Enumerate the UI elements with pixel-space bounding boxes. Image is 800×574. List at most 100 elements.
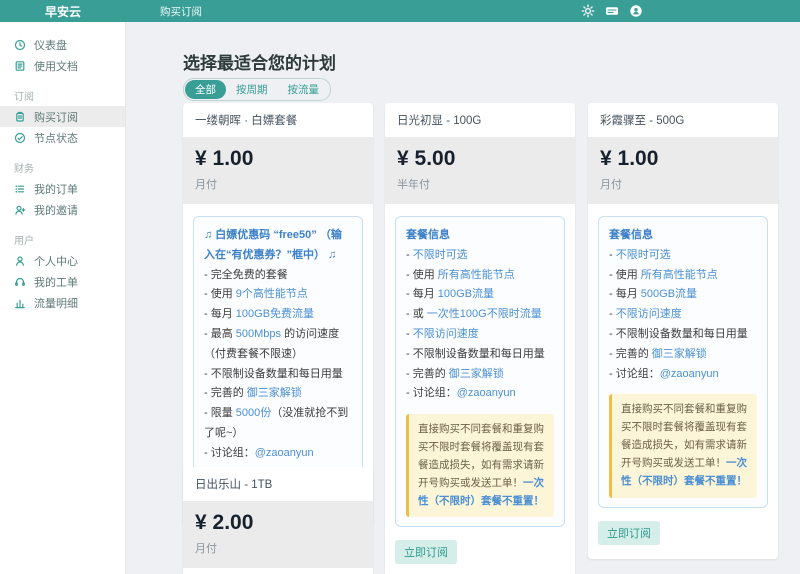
feature-line: - 每月 500GB流量: [609, 288, 698, 301]
feature-line: - 完善的 御三家解锁: [406, 367, 504, 380]
subscription-icon: [16, 111, 24, 122]
plan-card: 彩霞骤至 - 500G ¥ 1.00 月付 套餐信息 - 不限时可选 - 使用 …: [588, 103, 778, 559]
feature-line: - 每月 100GB免费流量: [204, 308, 315, 321]
plan-card: 日光初显 - 100G ¥ 5.00 半年付 套餐信息 - 不限时可选 - 使用…: [385, 103, 575, 574]
plan-period: 月付: [195, 543, 217, 555]
filter-all[interactable]: 全部: [185, 80, 226, 99]
sidebar-item-traffic-details[interactable]: 流量明细: [0, 292, 125, 313]
plan-price: ¥ 5.00: [397, 147, 456, 170]
plan-price: ¥ 1.00: [195, 147, 254, 170]
sidebar-item-label: 我的工单: [34, 276, 78, 289]
plan-info-heading: 套餐信息: [406, 229, 450, 241]
plan-title: 一缕朝晖 · 白嫖套餐: [195, 115, 298, 127]
feature-line: - 讨论组：@zaoanyun: [204, 446, 314, 459]
account-user-icon[interactable]: [629, 4, 643, 18]
sidebar-item-label: 我的订单: [34, 183, 78, 196]
invites-icon: [15, 205, 26, 215]
sidebar: 仪表盘 使用文档 订阅 购买订阅 节点状态 财务 我的订单 我的邀请 用户 个人…: [0, 22, 126, 574]
feature-line: - 限量 5000份（没准就抢不到了呢~）: [204, 407, 349, 439]
feature-line: - 完全免费的套餐: [204, 268, 288, 281]
sidebar-item-label: 我的邀请: [34, 204, 78, 217]
sidebar-item-buy-subscription[interactable]: 购买订阅: [0, 106, 125, 127]
feature-line: - 不限时可选: [609, 248, 671, 261]
feature-line: - 完善的 御三家解锁: [204, 387, 302, 400]
sidebar-item-node-status[interactable]: 节点状态: [0, 127, 125, 148]
plan-period: 月付: [600, 179, 622, 191]
feature-line: - 不限制设备数量和每日用量: [406, 347, 545, 360]
plan-period: 半年付: [397, 179, 430, 191]
feature-line: - 讨论组：@zaoanyun: [609, 367, 719, 380]
plan-info-box: ♫ 白嫖优惠码 “free50” （输入在“有优惠券？”框中） ♫ - 完全免费…: [193, 216, 363, 474]
sidebar-item-label: 个人中心: [34, 255, 78, 268]
feature-line: - 不限时可选: [406, 248, 468, 261]
sidebar-item-docs[interactable]: 使用文档: [0, 55, 125, 76]
plan-warning: 直接购买不同套餐和重复购买不限时套餐将覆盖现有套餐造成损失，如有需求请新开号购买…: [609, 394, 757, 498]
feature-line: - 不限访问速度: [609, 308, 682, 321]
sidebar-item-label: 节点状态: [34, 132, 78, 145]
plan-title: 日出乐山 - 1TB: [195, 479, 273, 491]
subscribe-button[interactable]: 立即订阅: [395, 540, 457, 565]
plan-price: ¥ 2.00: [195, 511, 254, 534]
plan-info-heading: 套餐信息: [609, 229, 653, 241]
sidebar-item-label: 购买订阅: [34, 111, 78, 124]
feature-line: - 讨论组：@zaoanyun: [406, 387, 516, 400]
feature-line: - 使用 所有高性能节点: [406, 268, 515, 281]
node-status-icon: [14, 132, 26, 143]
plan-info-box: 套餐信息 - 不限时可选 - 使用 所有高性能节点 - 每月 500GB流量 -…: [598, 216, 768, 508]
feature-line: - 使用 9个高性能节点: [204, 288, 308, 301]
profile-icon: [16, 255, 24, 266]
plan-title: 彩霞骤至 - 500G: [600, 115, 685, 127]
feature-line: - 完善的 御三家解锁: [609, 347, 707, 360]
dashboard-icon: [14, 39, 26, 50]
plan-body: 套餐信息 - 不限时可选 - 使用 所有高性能节点 - 每月 100GB流量 -…: [385, 204, 575, 574]
feature-line: - 不限制设备数量和每日用量: [609, 327, 748, 340]
sidebar-item-profile[interactable]: 个人中心: [0, 250, 125, 271]
sidebar-section-finance: 财务: [14, 164, 34, 175]
feature-line: - 或 一次性100G不限时流量: [406, 308, 542, 321]
plan-price: ¥ 1.00: [600, 147, 659, 170]
sidebar-item-my-orders[interactable]: 我的订单: [0, 178, 125, 199]
feature-line: - 不限访问速度: [406, 327, 479, 340]
sidebar-item-label: 流量明细: [34, 297, 78, 310]
main-content: 选择最适合您的计划 全部 按周期 按流量 一缕朝晖 · 白嫖套餐 ¥ 1.00 …: [126, 22, 800, 574]
topbar: 购买订阅: [126, 0, 800, 22]
sidebar-item-label: 使用文档: [34, 60, 78, 73]
plan-price-block: ¥ 1.00 月付: [588, 137, 778, 204]
language-flag-icon[interactable]: [605, 4, 619, 18]
promo-code-line: ♫ 白嫖优惠码 “free50” （输入在“有优惠券？”框中） ♫: [204, 229, 342, 261]
traffic-icon: [15, 299, 25, 308]
plan-body: [183, 568, 373, 574]
plan-card: 日出乐山 - 1TB ¥ 2.00 月付: [183, 467, 373, 574]
plan-price-block: ¥ 1.00 月付: [183, 137, 373, 204]
feature-line: - 不限制设备数量和每日用量: [204, 367, 343, 380]
tickets-icon: [15, 277, 25, 286]
sidebar-item-label: 仪表盘: [34, 39, 67, 52]
topbar-icons: [581, 0, 643, 22]
filter-by-cycle[interactable]: 按周期: [226, 80, 278, 99]
sidebar-item-dashboard[interactable]: 仪表盘: [0, 34, 125, 55]
plan-price-block: ¥ 2.00 月付: [183, 501, 373, 568]
plan-card: 一缕朝晖 · 白嫖套餐 ¥ 1.00 月付 ♫ 白嫖优惠码 “free50” （…: [183, 103, 373, 525]
orders-icon: [15, 184, 25, 193]
plan-warning: 直接购买不同套餐和重复购买不限时套餐将覆盖现有套餐造成损失，如有需求请新开号购买…: [406, 414, 554, 518]
sidebar-item-my-invites[interactable]: 我的邀请: [0, 199, 125, 220]
feature-line: - 使用 所有高性能节点: [609, 268, 718, 281]
plan-info-box: 套餐信息 - 不限时可选 - 使用 所有高性能节点 - 每月 100GB流量 -…: [395, 216, 565, 528]
sidebar-section-subscription: 订阅: [14, 92, 34, 103]
sidebar-item-my-tickets[interactable]: 我的工单: [0, 271, 125, 292]
app-logo: 早安云: [0, 0, 126, 22]
feature-line: - 每月 100GB流量: [406, 288, 495, 301]
docs-icon: [15, 60, 25, 71]
plan-filter-group: 全部 按周期 按流量: [183, 78, 331, 101]
page-title: 选择最适合您的计划: [183, 54, 336, 73]
plan-body: 套餐信息 - 不限时可选 - 使用 所有高性能节点 - 每月 500GB流量 -…: [588, 204, 778, 559]
plan-period: 月付: [195, 179, 217, 191]
settings-gear-icon[interactable]: [581, 4, 595, 18]
sidebar-section-user: 用户: [14, 236, 34, 247]
feature-line: - 最高 500Mbps 的访问速度（付费套餐不限速）: [204, 327, 340, 360]
filter-by-traffic[interactable]: 按流量: [278, 80, 330, 99]
plan-price-block: ¥ 5.00 半年付: [385, 137, 575, 204]
topbar-title: 购买订阅: [160, 5, 202, 18]
plan-title: 日光初显 - 100G: [397, 115, 482, 127]
subscribe-button[interactable]: 立即订阅: [598, 520, 660, 545]
